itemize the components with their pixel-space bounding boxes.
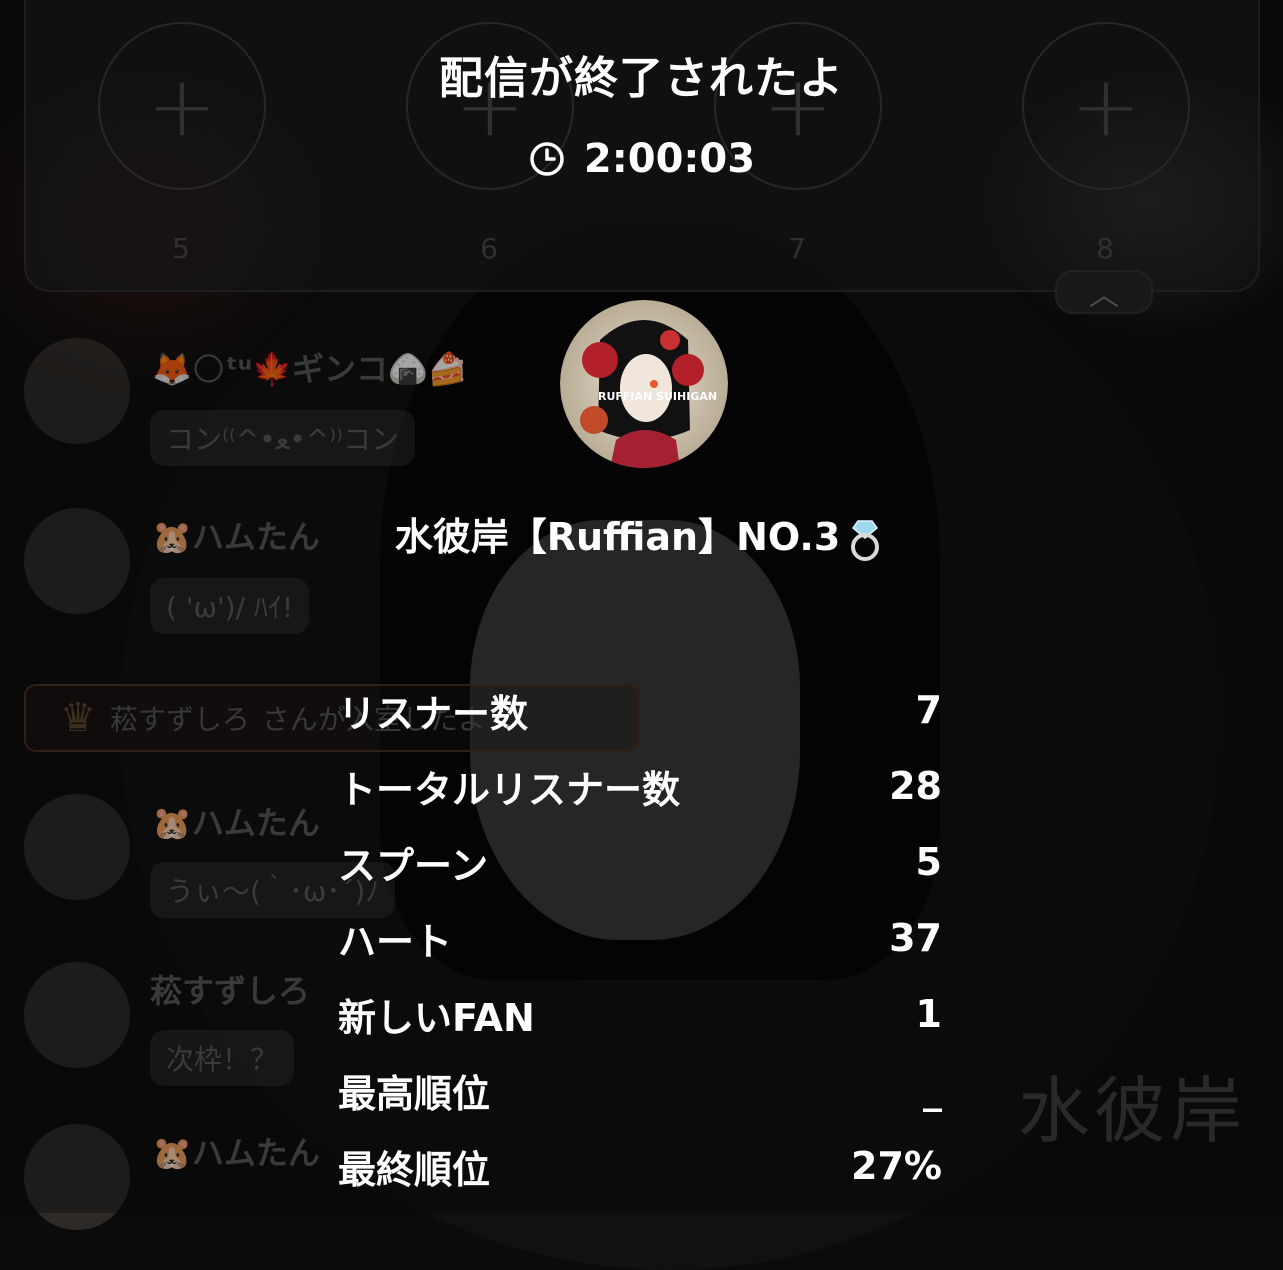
stat-new-fans: 新しいFAN 1 <box>338 976 942 1052</box>
stat-total-listeners: トータルリスナー数 28 <box>338 748 942 824</box>
clock-icon <box>530 142 564 176</box>
stat-label: 新しいFAN <box>338 995 535 1040</box>
stat-value: 28 <box>889 764 942 808</box>
stat-hearts: ハート 37 <box>338 900 942 976</box>
stat-label: リスナー数 <box>338 691 529 736</box>
stat-highest-rank: 最高順位 _ <box>338 1052 942 1128</box>
stream-duration: 2:00:03 <box>0 136 1283 182</box>
duration-value: 2:00:03 <box>583 136 756 182</box>
stat-value: 5 <box>915 840 942 884</box>
stat-spoons: スプーン 5 <box>338 824 942 900</box>
ring-icon <box>851 519 880 561</box>
stat-label: ハート <box>338 919 453 964</box>
stat-value: _ <box>923 1068 942 1112</box>
stat-label: 最高順位 <box>338 1071 491 1116</box>
host-avatar: RUFFIAN SUIHIGAN <box>560 300 728 468</box>
stat-label: トータルリスナー数 <box>338 767 681 812</box>
avatar-text: RUFFIAN SUIHIGAN <box>598 390 717 403</box>
stat-value: 27% <box>851 1144 942 1188</box>
stat-value: 1 <box>915 992 942 1036</box>
stat-label: 最終順位 <box>338 1147 491 1192</box>
stat-final-rank: 最終順位 27% <box>338 1128 942 1204</box>
stat-value: 37 <box>889 916 942 960</box>
stat-value: 7 <box>915 688 942 732</box>
host-name: 水彼岸【Ruffian】NO.3 <box>0 506 1283 563</box>
stream-stats: リスナー数 7 トータルリスナー数 28 スプーン 5 ハート 37 新しいFA… <box>338 672 942 1204</box>
stat-label: スプーン <box>338 843 489 888</box>
stream-ended-title: 配信が終了されたよ <box>439 53 844 104</box>
host-name-text: 水彼岸【Ruffian】NO.3 <box>394 515 841 559</box>
stat-listeners: リスナー数 7 <box>338 672 942 748</box>
